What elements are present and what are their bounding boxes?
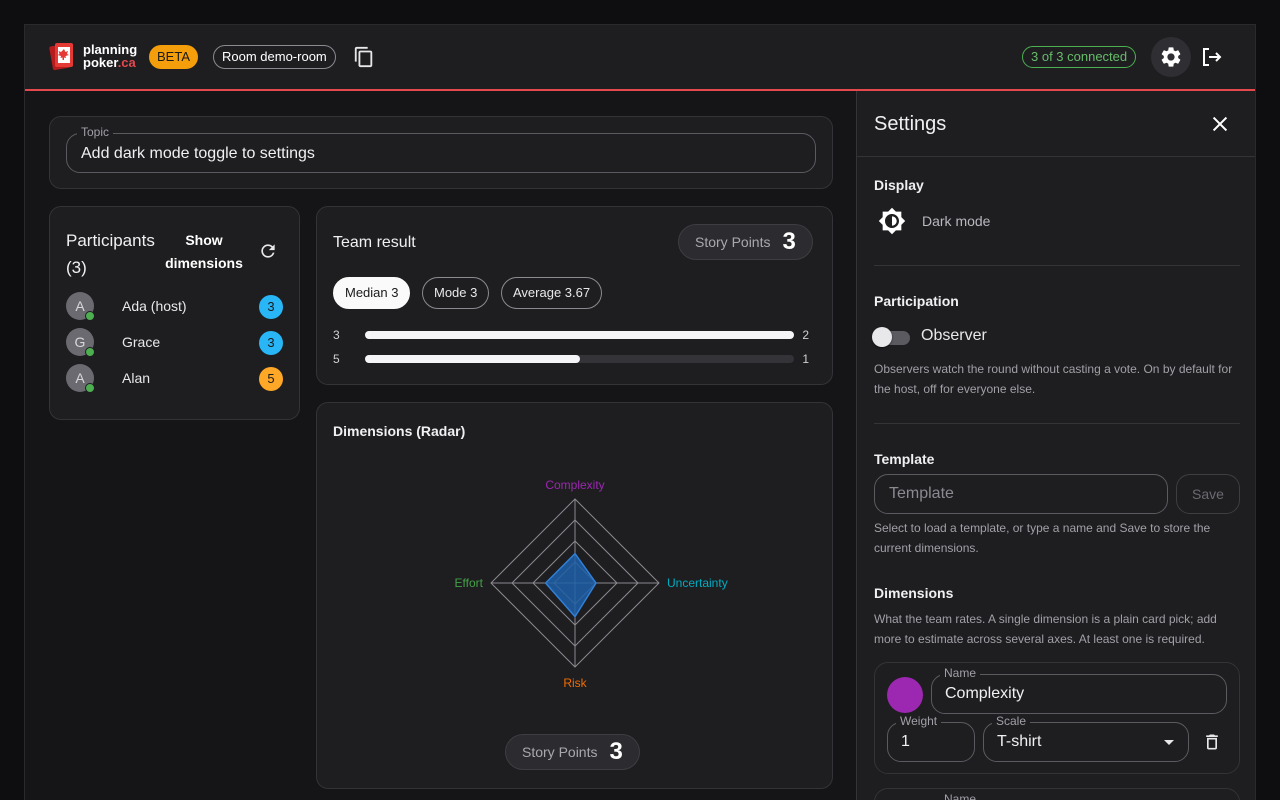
story-points-label: Story Points [695,234,771,250]
dimensions-section-title: Dimensions [874,585,954,601]
online-indicator [85,383,95,393]
team-result-title: Team result [333,234,416,251]
online-indicator [85,311,95,321]
settings-button[interactable] [1151,37,1191,77]
participant-name: Ada (host) [122,298,187,314]
topic-field[interactable]: Topic Add dark mode toggle to settings [66,125,816,173]
story-points-label: Story Points [522,744,598,760]
story-points-value: 3 [782,228,796,255]
team-result-card: Team result Story Points 3 Median 3 Mode… [316,206,833,385]
name-label: Name [940,666,981,680]
dimension-weight-value[interactable]: 1 [901,733,910,751]
radar-axis-label: Complexity [545,478,604,492]
distribution-row: 3 2 [333,327,817,343]
online-indicator [85,347,95,357]
distribution-value: 5 [333,352,340,366]
participant-row: G Grace 3 [66,328,286,357]
dimension-name-value[interactable]: Complexity [945,685,1024,703]
vote-badge: 5 [259,367,283,391]
participants-card: Participants (3) Show dimensions A Ada (… [49,206,300,420]
room-chip: Room demo-room [213,45,336,69]
logo-line-2: poker.ca [83,56,137,69]
topic-value[interactable]: Add dark mode toggle to settings [81,145,315,163]
distribution-bar [365,355,580,363]
dimension-card: Name Complexity Weight 1 Scale T-shirt [874,662,1240,774]
template-help: Select to load a template, or type a nam… [874,521,1211,555]
dimension-weight-field[interactable]: Weight 1 [887,714,975,762]
logo-card-icon [49,41,75,71]
distribution-bar [365,331,794,339]
distribution-row: 5 1 [333,351,817,367]
app-window: planning poker.ca BETA Room demo-room 3 … [24,24,1256,800]
story-points-value: 3 [609,738,623,765]
show-dimensions-button[interactable]: Show dimensions [162,229,246,275]
display-section-title: Display [874,177,924,193]
toggle-thumb [872,327,892,347]
distribution-track [365,355,794,363]
settings-title: Settings [874,113,947,135]
participant-name: Alan [122,370,151,386]
settings-panel: Settings Display Dark mode Participation… [856,91,1255,800]
distribution-track [365,331,794,339]
dimension-color-swatch[interactable] [887,677,923,713]
beta-badge: BETA [149,45,198,69]
connection-status-badge: 3 of 3 connected [1022,46,1137,68]
radar-card: Dimensions (Radar) Complexity Uncertainty… [316,402,833,789]
dimension-card: Name [874,788,1240,800]
distribution-count: 1 [802,352,809,366]
weight-label: Weight [896,714,942,728]
dimension-scale-select[interactable]: Scale T-shirt [983,714,1189,762]
dropdown-caret-icon [1164,740,1174,745]
divider [874,265,1240,266]
radar-axis-label: Risk [563,676,587,690]
participant-row: A Ada (host) 3 [66,292,286,321]
gear-icon [1161,47,1181,67]
radar-chart: Complexity Uncertainty Risk Effort [455,478,728,690]
copy-icon[interactable] [353,46,375,68]
settings-header: Settings [857,91,1255,157]
mode-chip[interactable]: Mode 3 [422,277,490,309]
observer-label: Observer [921,327,987,344]
brightness-icon [878,207,906,235]
story-points-chip: Story Points 3 [678,224,813,260]
distribution-value: 3 [333,328,340,342]
dimensions-help: What the team rates. A single dimension … [874,612,1217,646]
topic-label: Topic [77,125,114,139]
close-icon[interactable] [1209,113,1231,135]
template-input[interactable]: Template [874,474,1168,514]
scale-label: Scale [992,714,1031,728]
vote-badge: 3 [259,331,283,355]
logout-icon[interactable] [1199,45,1223,69]
participants-title: Participants (3) [66,231,155,277]
delete-icon[interactable] [1202,732,1222,752]
participant-name: Grace [122,334,161,350]
logo-wordmark: planning poker.ca [83,43,137,69]
participant-row: A Alan 5 [66,364,286,393]
observer-help: Observers watch the round without castin… [874,362,1233,396]
refresh-icon[interactable] [258,241,278,261]
logo-suffix: .ca [117,55,136,70]
logo-poker: poker [83,55,118,70]
divider [874,423,1240,424]
name-label: Name [940,792,981,800]
radar-story-points-chip: Story Points 3 [505,734,640,770]
dimension-scale-value: T-shirt [997,733,1042,750]
dimension-name-field[interactable]: Name Complexity [931,666,1227,714]
participation-section-title: Participation [874,293,959,309]
dark-mode-toggle[interactable]: Dark mode [874,207,1074,235]
top-bar: planning poker.ca BETA Room demo-room 3 … [25,25,1255,91]
radar-axis-label: Effort [455,576,484,590]
vote-badge: 3 [259,295,283,319]
observer-toggle[interactable] [872,327,910,347]
radar-title: Dimensions (Radar) [333,423,466,439]
template-save-button[interactable]: Save [1176,474,1240,514]
median-chip[interactable]: Median 3 [333,277,411,309]
topic-card: Topic Add dark mode toggle to settings [49,116,833,189]
template-section-title: Template [874,451,935,467]
average-chip[interactable]: Average 3.67 [501,277,603,309]
distribution-count: 2 [802,328,809,342]
radar-axis-label: Uncertainty [667,576,728,590]
logo[interactable]: planning poker.ca [49,41,137,71]
dark-mode-label: Dark mode [922,213,991,229]
